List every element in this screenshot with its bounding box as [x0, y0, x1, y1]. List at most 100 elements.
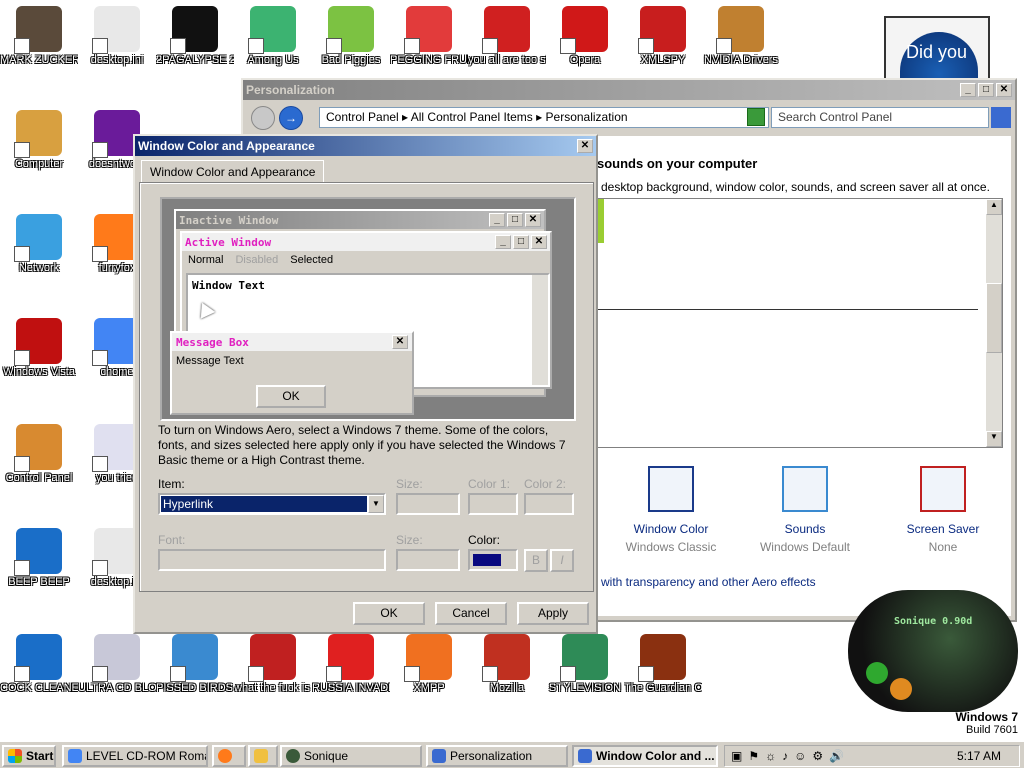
taskbar-item-folder[interactable] — [248, 745, 278, 767]
maximize-button[interactable]: □ — [978, 83, 994, 97]
desktop-icon-label: what the fuck is going on ... — [234, 682, 312, 694]
setting-sub: Windows Default — [759, 540, 851, 554]
desktop-icon[interactable]: XMPP — [390, 634, 468, 695]
menu-selected: Selected — [290, 254, 334, 266]
scrollbar[interactable]: ▲ ▼ — [986, 199, 1002, 447]
breadcrumb-item[interactable]: All Control Panel Items — [411, 110, 533, 124]
msgbox-title: Message Box — [176, 335, 249, 349]
breadcrumb[interactable]: Control Panel ▸ All Control Panel Items … — [319, 107, 769, 128]
desktop-icon[interactable]: desktop.ini — [78, 6, 156, 67]
shortcut-icon — [92, 6, 140, 54]
address-bar: → Control Panel ▸ All Control Panel Item… — [247, 104, 1011, 132]
start-button[interactable]: Start — [2, 745, 56, 767]
desktop-icon-label: ULTRA CD BLOATWARE — [78, 682, 156, 694]
setting-item[interactable]: Sounds Windows Default — [745, 466, 865, 554]
desktop-icon[interactable]: Network — [0, 214, 78, 275]
desktop-icon[interactable]: BEEP BEEP — [0, 528, 78, 589]
dialog-titlebar[interactable]: Window Color and Appearance ✕ — [135, 136, 596, 156]
desktop-icon[interactable]: Windows Vista — [0, 318, 78, 379]
forward-icon[interactable]: → — [279, 106, 303, 130]
desktop-icon[interactable]: Computer — [0, 110, 78, 171]
desktop-icon[interactable]: STYLEVISION — [546, 634, 624, 695]
taskbar-item-label: LEVEL CD-ROM Roma... — [86, 749, 208, 763]
search-icon[interactable] — [991, 107, 1011, 128]
ok-button[interactable]: OK — [353, 602, 425, 625]
chevron-down-icon[interactable]: ▼ — [368, 495, 384, 513]
taskbar-item-label: Sonique — [304, 749, 349, 763]
desktop-icon[interactable]: COCK CLEANER — [0, 634, 78, 695]
desktop-icon[interactable]: what the fuck is going on ... — [234, 634, 312, 695]
shortcut-icon — [92, 634, 140, 682]
desktop-icon[interactable]: Bad Piggies — [312, 6, 390, 67]
taskbar: Start LEVEL CD-ROM Roma... Sonique Perso… — [0, 740, 1024, 768]
did-you-window[interactable]: Did you — [884, 16, 990, 92]
pause-icon[interactable] — [890, 678, 912, 700]
theme-list[interactable]: ▲ ▼ — [597, 198, 1003, 448]
desktop-icon[interactable]: The Guardian Of Darkne... — [624, 634, 702, 695]
item-select[interactable]: Hyperlink ▼ — [158, 493, 386, 515]
did-you-label: Did you — [906, 42, 968, 62]
bold-button: B — [524, 549, 548, 572]
shortcut-icon — [14, 634, 62, 682]
preview-menu: Normal Disabled Selected — [182, 251, 550, 269]
sonique-player[interactable]: Sonique 0.90d — [848, 590, 1018, 712]
desktop-icon[interactable]: 2PAGALYPSE 2.3.exe — [156, 6, 234, 67]
desktop-icon[interactable]: ULTRA CD BLOATWARE — [78, 634, 156, 695]
window-color-dialog[interactable]: Window Color and Appearance ✕ Window Col… — [133, 134, 598, 634]
font-size-select — [396, 549, 460, 571]
play-icon[interactable] — [866, 662, 888, 684]
setting-item[interactable]: Window Color Windows Classic — [611, 466, 731, 554]
desktop-icon[interactable]: NVIDIA Drivers — [702, 6, 780, 67]
back-icon[interactable] — [251, 106, 275, 130]
desktop-icon[interactable]: PEGGING FRUIT!!! — [390, 6, 468, 67]
refresh-icon[interactable] — [747, 108, 765, 126]
shortcut-icon — [14, 318, 62, 366]
desktop-icon[interactable]: RUSSIA INVADES ... — [312, 634, 390, 695]
tab-label: Window Color and Appearance — [150, 165, 316, 179]
tab-window-color[interactable]: Window Color and Appearance — [141, 160, 325, 182]
desktop-icon[interactable]: Control Panel — [0, 424, 78, 485]
chrome-icon — [68, 749, 82, 763]
close-button[interactable]: ✕ — [577, 139, 593, 153]
search-input[interactable]: Search Control Panel — [771, 107, 989, 128]
color1-label: Color 1: — [468, 477, 511, 491]
taskbar-item-personalization[interactable]: Personalization — [426, 745, 568, 767]
shortcut-icon — [14, 6, 62, 54]
desktop-icon[interactable]: PISSED BIRDS IN VIDEO G... — [156, 634, 234, 695]
close-button[interactable]: ✕ — [996, 83, 1012, 97]
screen-saver-icon — [920, 466, 966, 512]
scrollbar-thumb[interactable] — [986, 283, 1002, 353]
desktop-icon[interactable]: Opera — [546, 6, 624, 67]
desktop-icon-label: Network — [18, 262, 60, 274]
aero-link[interactable]: with transparency and other Aero effects — [601, 575, 816, 589]
font-color-select[interactable] — [468, 549, 518, 571]
desktop-icon[interactable]: you all are too stupid to... — [468, 6, 546, 67]
taskbar-item-window-color[interactable]: Window Color and ... — [572, 745, 718, 767]
desktop-icon-label: STYLEVISION — [548, 682, 622, 694]
start-label: Start — [26, 749, 54, 763]
cancel-button[interactable]: Cancel — [435, 602, 507, 625]
desktop-icon[interactable]: Among Us — [234, 6, 312, 67]
tray-icons[interactable]: ▣⚑☼♪☺⚙🔊 — [731, 749, 850, 763]
msgbox-ok-button: OK — [256, 385, 326, 408]
apply-button[interactable]: Apply — [517, 602, 589, 625]
taskbar-item-firefox[interactable] — [212, 745, 246, 767]
item-select-value: Hyperlink — [161, 496, 367, 512]
appearance-preview[interactable]: Inactive Window _ □ ✕ Active Window _ □ ✕ No… — [160, 197, 576, 421]
color2-select — [524, 493, 574, 515]
setting-item[interactable]: Screen Saver None — [883, 466, 1003, 554]
breadcrumb-item[interactable]: Control Panel — [326, 110, 399, 124]
taskbar-item-chrome[interactable]: LEVEL CD-ROM Roma... — [62, 745, 208, 767]
taskbar-item-sonique[interactable]: Sonique — [280, 745, 422, 767]
minimize-button[interactable]: _ — [960, 83, 976, 97]
desktop-icon[interactable]: Mozilla — [468, 634, 546, 695]
personalization-titlebar[interactable]: Personalization _ □ ✕ — [243, 80, 1015, 100]
sonique-label: Sonique 0.90d — [894, 616, 973, 627]
desktop-icon-label: XMPP — [413, 682, 445, 694]
desktop-icon[interactable]: MARK ZUCKERBERG — [0, 6, 78, 67]
breadcrumb-item[interactable]: Personalization — [546, 110, 628, 124]
watermark-line2: Build 7601 — [966, 724, 1018, 736]
desktop-icon[interactable]: XMLSPY — [624, 6, 702, 67]
clock[interactable]: 5:17 AM — [957, 749, 1001, 763]
shortcut-icon — [326, 634, 374, 682]
